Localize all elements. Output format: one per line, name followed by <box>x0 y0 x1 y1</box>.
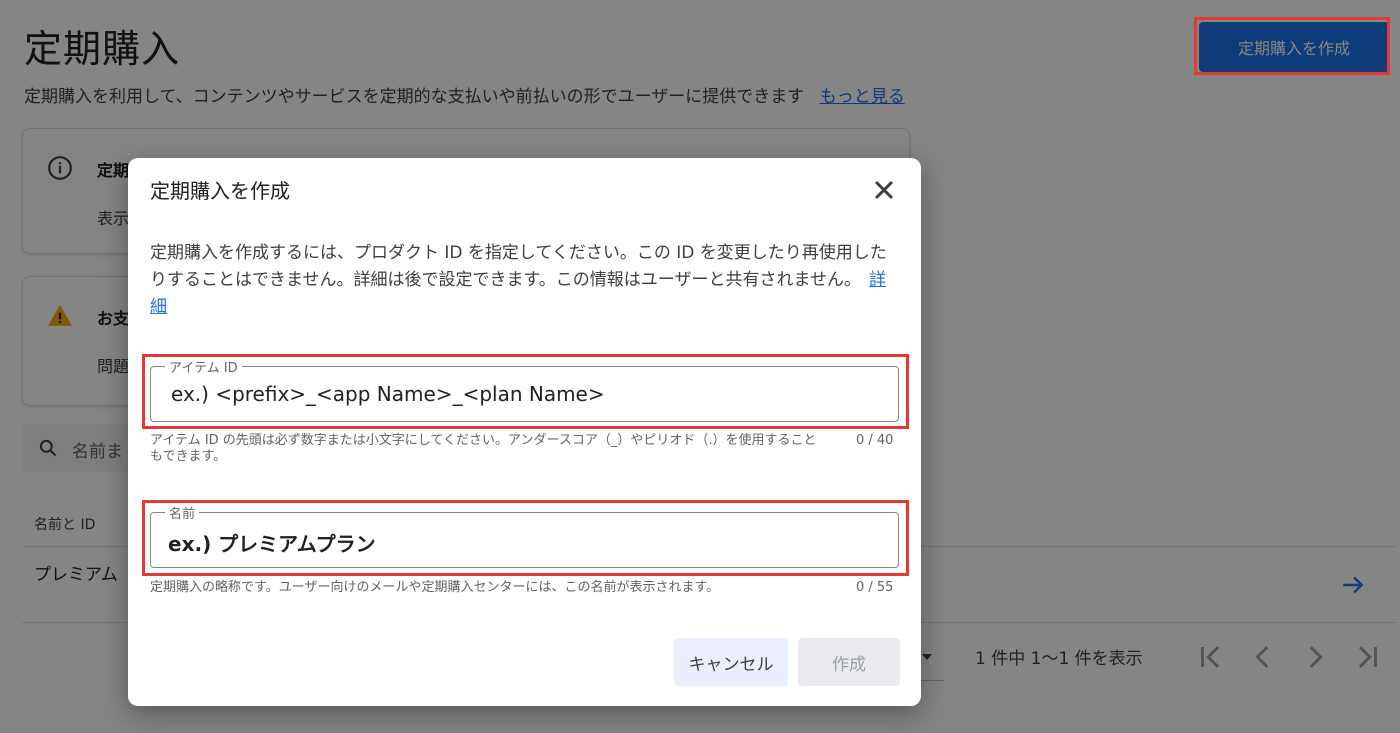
dialog-description-text: 定期購入を作成するには、プロダクト ID を指定してください。この ID を変更… <box>150 243 887 290</box>
name-counter: 0 / 55 <box>856 580 894 595</box>
item-id-counter: 0 / 40 <box>856 433 894 448</box>
item-id-field[interactable]: アイテム ID ex.) <prefix>_<app Name>_<plan N… <box>150 357 899 422</box>
name-field[interactable]: 名前 ex.) プレミアムプラン <box>150 503 899 568</box>
dialog-description: 定期購入を作成するには、プロダクト ID を指定してください。この ID を変更… <box>150 240 902 321</box>
name-helper: 定期購入の略称です。ユーザー向けのメールや定期購入センターには、この名前が表示さ… <box>150 580 720 595</box>
name-label: 名前 <box>165 503 200 522</box>
create-button[interactable]: 作成 <box>798 638 900 686</box>
close-icon[interactable] <box>868 174 900 206</box>
item-id-placeholder: ex.) <prefix>_<app Name>_<plan Name> <box>171 382 605 406</box>
name-placeholder: ex.) プレミアムプラン <box>168 532 376 556</box>
create-subscription-dialog: 定期購入を作成 定期購入を作成するには、プロダクト ID を指定してください。こ… <box>128 158 921 706</box>
item-id-helper: アイテム ID の先頭は必ず数字または小文字にしてください。アンダースコア（_）… <box>150 433 817 464</box>
dialog-title: 定期購入を作成 <box>150 179 290 203</box>
cancel-button[interactable]: キャンセル <box>674 638 788 686</box>
item-id-label: アイテム ID <box>165 357 242 376</box>
